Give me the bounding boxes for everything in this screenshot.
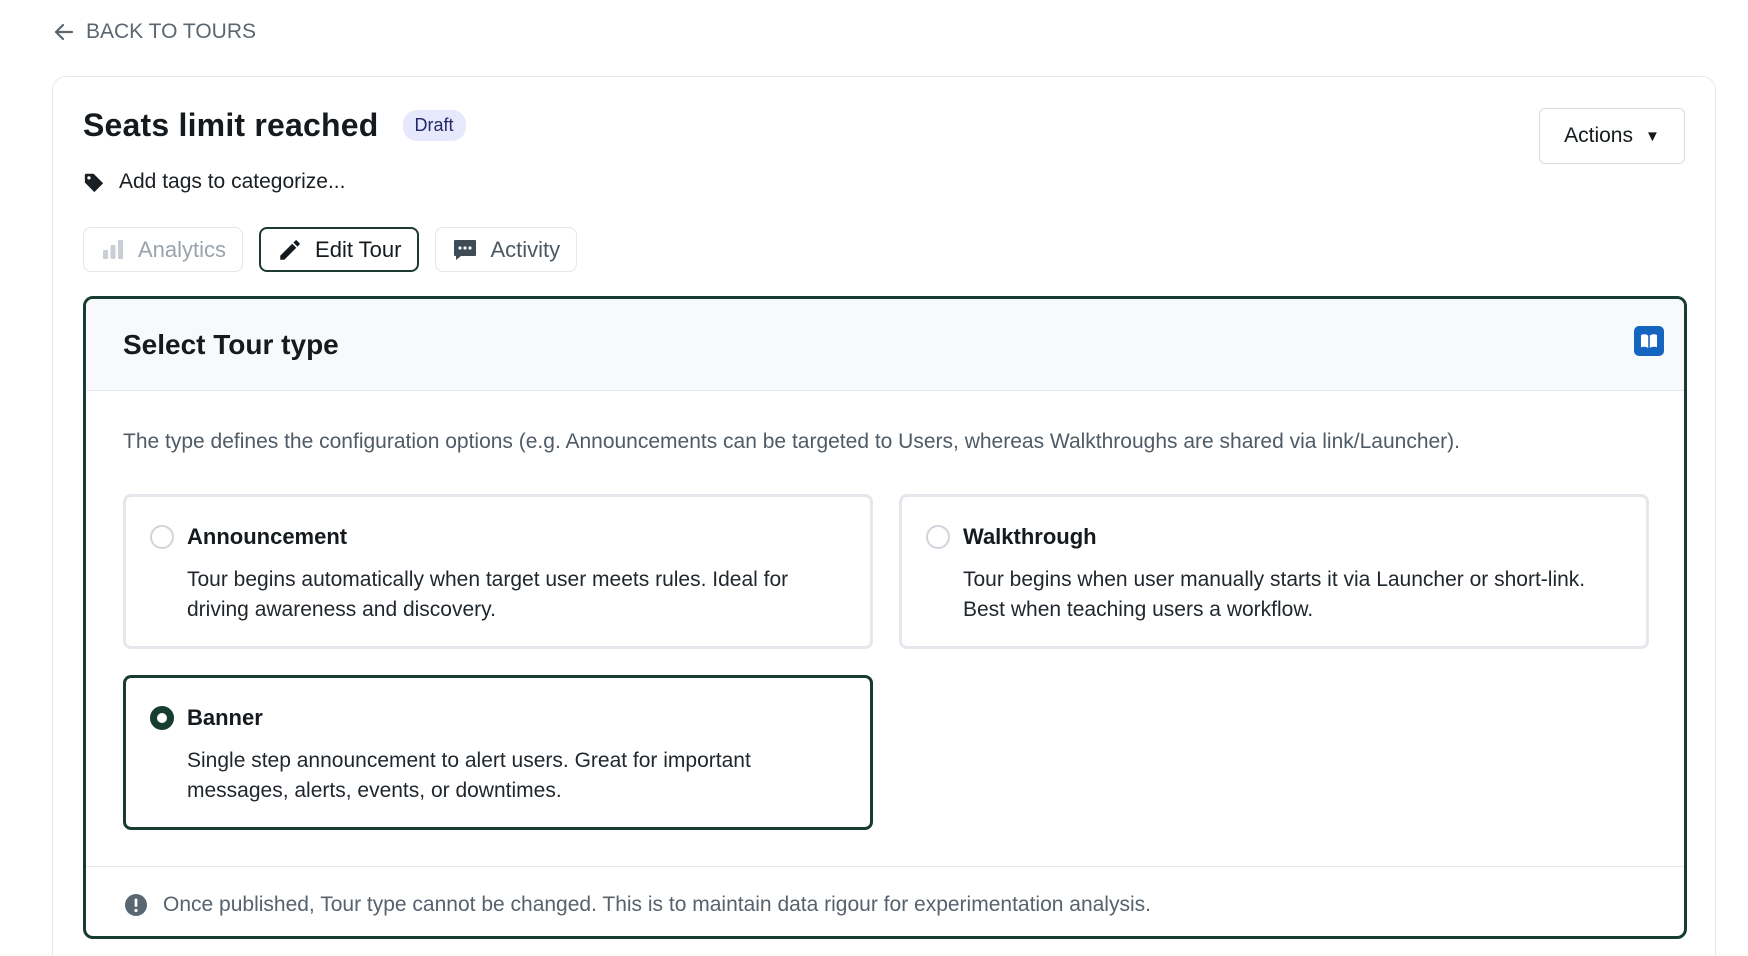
bar-chart-icon [103, 239, 123, 259]
option-announcement[interactable]: Announcement Tour begins automatically w… [123, 494, 873, 649]
panel-footer: Once published, Tour type cannot be chan… [86, 866, 1684, 936]
tour-type-panel: Select Tour type The type defines the co… [83, 296, 1687, 939]
tag-icon [84, 173, 104, 193]
add-tags-field[interactable]: Add tags to categorize... [83, 170, 345, 194]
tab-activity[interactable]: Activity [435, 227, 578, 272]
panel-title: Select Tour type [123, 328, 339, 360]
title-row: Seats limit reached Draft [83, 107, 466, 144]
option-banner[interactable]: Banner Single step announcement to alert… [123, 675, 873, 830]
tab-edit-tour[interactable]: Edit Tour [259, 227, 420, 272]
footer-note: Once published, Tour type cannot be chan… [163, 892, 1151, 916]
pencil-icon [280, 239, 300, 260]
status-badge: Draft [402, 110, 466, 141]
caret-down-icon: ▼ [1645, 127, 1660, 145]
panel-description: The type defines the configuration optio… [123, 430, 1460, 453]
option-description: Single step announcement to alert users.… [187, 749, 751, 802]
arrow-left-icon [54, 23, 74, 41]
tab-label: Activity [490, 236, 561, 262]
chat-bubble-icon [454, 239, 477, 260]
option-title: Banner [187, 705, 263, 730]
page-title: Seats limit reached [83, 107, 379, 143]
option-walkthrough[interactable]: Walkthrough Tour begins when user manual… [899, 494, 1649, 649]
actions-button[interactable]: Actions ▼ [1539, 108, 1685, 164]
option-description: Tour begins when user manually starts it… [963, 568, 1586, 621]
option-description: Tour begins automatically when target us… [187, 568, 789, 621]
option-title: Walkthrough [963, 524, 1097, 549]
tour-tabs: Analytics Edit Tour Activity [83, 227, 578, 272]
tab-label: Analytics [138, 236, 227, 262]
tour-card: Seats limit reached Draft Actions ▼ Add … [52, 76, 1716, 956]
walkthrough-radio[interactable] [926, 525, 950, 549]
tab-analytics[interactable]: Analytics [83, 227, 244, 272]
tab-label: Edit Tour [315, 236, 402, 262]
tags-placeholder: Add tags to categorize... [119, 170, 346, 193]
book-icon[interactable] [1634, 326, 1664, 356]
panel-header: Select Tour type [86, 299, 1684, 391]
option-title: Announcement [187, 524, 348, 549]
back-to-tours-link[interactable]: BACK TO TOURS [52, 19, 256, 45]
actions-label: Actions [1564, 124, 1633, 147]
banner-radio[interactable] [150, 706, 174, 730]
announcement-radio[interactable] [150, 525, 174, 549]
back-link-label: BACK TO TOURS [86, 20, 256, 43]
alert-circle-icon [125, 893, 147, 916]
